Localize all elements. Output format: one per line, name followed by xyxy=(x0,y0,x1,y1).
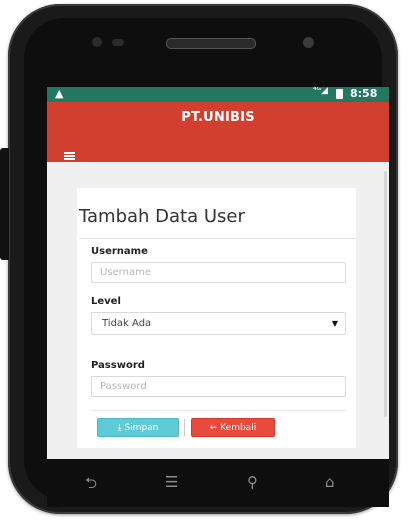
form-divider xyxy=(91,410,346,411)
level-label: Level xyxy=(91,296,121,307)
status-time: 8:58 xyxy=(350,87,378,100)
main-content: Tambah Data User Username Level Tidak Ad… xyxy=(47,162,389,459)
back-button[interactable]: ← Kembali xyxy=(191,418,275,437)
password-label: Password xyxy=(91,360,145,371)
network-4g-icon: ⁴ᴳ◢ xyxy=(313,87,328,96)
back-button-label: Kembali xyxy=(220,423,257,433)
download-icon: ⤓ xyxy=(117,423,122,433)
button-separator xyxy=(184,419,185,436)
save-button[interactable]: ⤓ Simpan xyxy=(97,418,179,437)
battery-icon xyxy=(336,89,343,99)
level-selected-value: Tidak Ada xyxy=(102,318,152,329)
form-card: Tambah Data User Username Level Tidak Ad… xyxy=(77,188,356,448)
hamburger-icon[interactable] xyxy=(64,152,75,160)
proximity-sensor xyxy=(303,37,314,48)
warning-icon: ▲ xyxy=(55,87,64,100)
username-input[interactable] xyxy=(91,262,346,283)
home-icon[interactable]: ⌂ xyxy=(325,473,335,491)
arrow-left-icon: ← xyxy=(209,423,218,433)
password-input[interactable] xyxy=(91,376,346,397)
level-select[interactable]: Tidak Ada ▼ xyxy=(91,312,346,335)
save-button-label: Simpan xyxy=(124,423,159,433)
earpiece-speaker xyxy=(166,38,256,49)
search-icon[interactable]: ⚲ xyxy=(247,473,258,491)
app-screen: ▲ ⁴ᴳ◢ 8:58 PT.UNIBIS Tambah Data User Us… xyxy=(47,87,389,459)
app-title: PT.UNIBIS xyxy=(181,110,255,125)
front-camera xyxy=(112,39,124,46)
card-divider xyxy=(79,238,356,239)
card-title: Tambah Data User xyxy=(79,206,245,227)
username-label: Username xyxy=(91,246,148,257)
menu-icon[interactable]: ☰ xyxy=(165,473,178,491)
android-nav-bar: ⮌ ☰ ⚲ ⌂ xyxy=(47,459,389,507)
back-icon[interactable]: ⮌ xyxy=(85,473,97,498)
chevron-down-icon: ▼ xyxy=(331,319,338,328)
scrollbar[interactable] xyxy=(384,171,387,417)
app-header: PT.UNIBIS xyxy=(47,102,389,162)
front-sensor xyxy=(92,37,102,47)
status-bar: ▲ ⁴ᴳ◢ 8:58 xyxy=(47,87,389,102)
phone-side-button xyxy=(0,148,9,260)
